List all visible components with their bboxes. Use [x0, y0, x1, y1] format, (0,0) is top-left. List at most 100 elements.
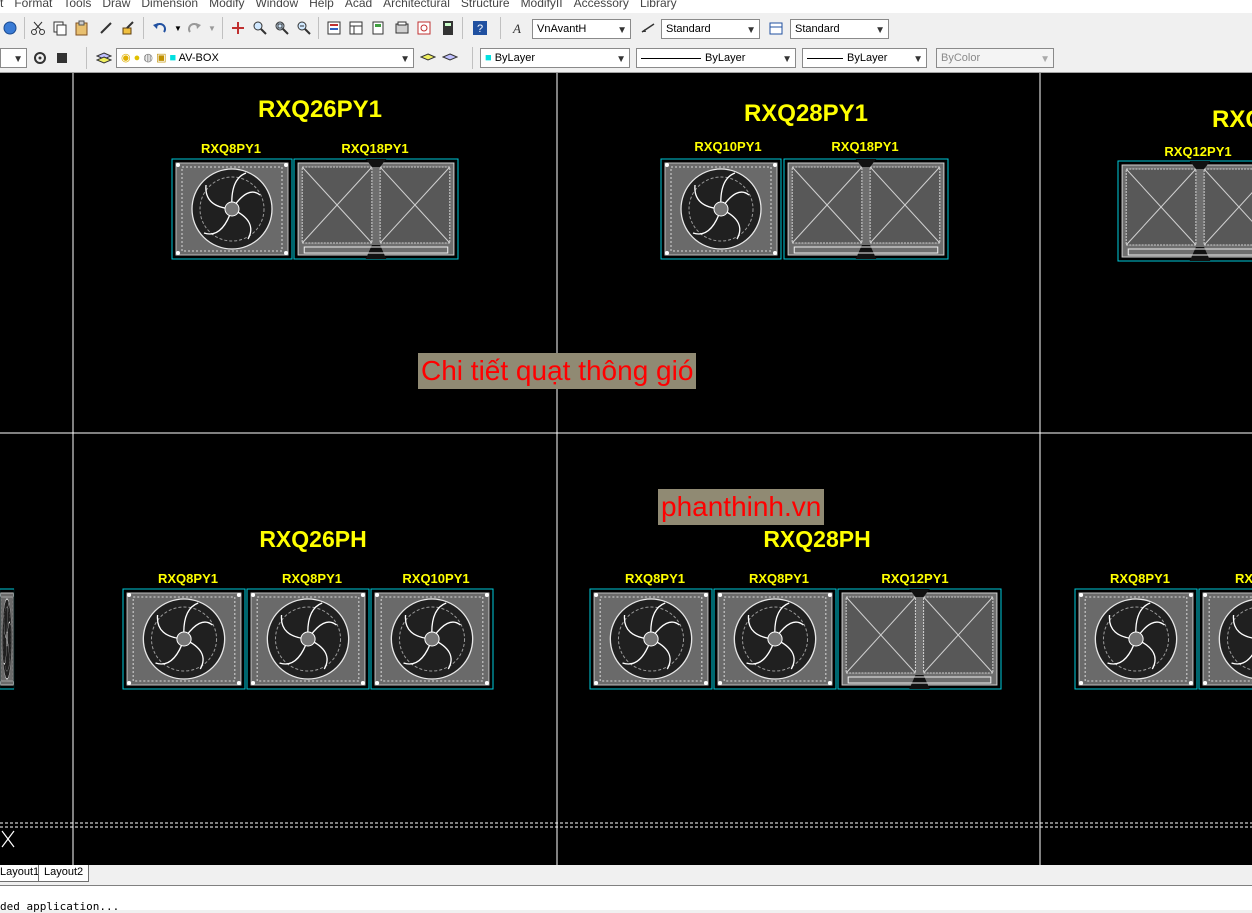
- layer-previous-icon[interactable]: [440, 48, 460, 68]
- redo-icon[interactable]: [184, 18, 204, 38]
- drawing-title: RXQ: [1212, 106, 1252, 133]
- separator: [86, 47, 87, 69]
- module-label: RXQ10PY1: [694, 139, 761, 154]
- make-current-layer-icon[interactable]: [418, 48, 438, 68]
- sheet-set-icon[interactable]: [392, 18, 412, 38]
- markup-icon[interactable]: [414, 18, 434, 38]
- menu-item-help[interactable]: Help: [309, 0, 334, 9]
- workspace-select[interactable]: ▼: [0, 48, 27, 68]
- module-label: RXQ8PY1: [282, 571, 342, 586]
- copy-icon[interactable]: [50, 18, 70, 38]
- drawing-area[interactable]: RXQ26PY1 RXQ28PY1 RXQ RXQ26PH RXQ28PH RXQ8PY1…: [0, 73, 1252, 865]
- model-space-canvas[interactable]: RXQ26PY1 RXQ28PY1 RXQ RXQ26PH RXQ28PH RXQ8PY1…: [0, 73, 1252, 865]
- menu-item-modify[interactable]: Modify: [209, 0, 244, 9]
- chevron-down-icon: ▼: [782, 54, 792, 65]
- zoom-previous-icon[interactable]: [294, 18, 314, 38]
- sun-icon: ●: [133, 52, 141, 64]
- menu-item-window[interactable]: Window: [255, 0, 298, 9]
- menu-item-tools[interactable]: Tools: [63, 0, 91, 9]
- module-label: RXQ10PY1: [402, 571, 469, 586]
- menu-item-modifyii[interactable]: ModifyII: [521, 0, 563, 9]
- separator: [24, 17, 25, 39]
- fan-unit: [0, 588, 15, 690]
- layer-states-icon[interactable]: [52, 48, 72, 68]
- lineweight-select[interactable]: ByLayer ▼: [802, 48, 927, 68]
- linetype-select[interactable]: ByLayer ▼: [636, 48, 796, 68]
- fan-unit: [589, 588, 713, 690]
- caption-text: Chi tiết quạt thông gió: [421, 355, 694, 386]
- dimension-style-select[interactable]: Standard ▼: [661, 19, 760, 39]
- properties-icon[interactable]: [324, 18, 344, 38]
- drawing-title: RXQ26PY1: [258, 96, 382, 123]
- module-label: RXQ8PY1: [749, 571, 809, 586]
- cut-icon[interactable]: [28, 18, 48, 38]
- lock-icon: ▣: [156, 52, 167, 64]
- separator: [500, 17, 501, 39]
- svg-text:?: ?: [477, 23, 483, 35]
- menu-item-accessory[interactable]: Accessory: [574, 0, 629, 9]
- menu-bar: t Format Tools Draw Dimension Modify Window Hel…: [0, 0, 1252, 13]
- fan-unit-drawing: [0, 588, 15, 690]
- tab-layout2[interactable]: Layout2: [38, 865, 90, 882]
- pan-icon[interactable]: [228, 18, 248, 38]
- plot-style-select[interactable]: ByColor ▼: [936, 48, 1054, 68]
- chevron-down-icon: ▼: [746, 25, 756, 36]
- text-style-icon[interactable]: A: [508, 18, 528, 38]
- chevron-down-icon: ▼: [1040, 54, 1050, 65]
- pencil-icon[interactable]: [96, 18, 116, 38]
- match-properties-icon[interactable]: [118, 18, 138, 38]
- dim-style-icon[interactable]: [638, 18, 658, 38]
- chevron-down-icon: ▼: [913, 54, 923, 65]
- calculator-icon[interactable]: [438, 18, 458, 38]
- design-center-icon[interactable]: [346, 18, 366, 38]
- command-line[interactable]: ded application...: [0, 885, 1252, 913]
- fan-unit: [713, 588, 837, 690]
- fan-unit-drawing: [1074, 588, 1198, 690]
- grille-unit-drawing: [1117, 160, 1252, 262]
- grille-unit: [837, 588, 1002, 690]
- chevron-down-icon: ▼: [875, 25, 885, 36]
- separator: [318, 17, 319, 39]
- help-icon[interactable]: ?: [470, 18, 490, 38]
- menu-item-t[interactable]: t: [0, 0, 3, 9]
- fan-unit: [370, 588, 494, 690]
- zoom-realtime-icon[interactable]: [250, 18, 270, 38]
- settings-icon[interactable]: [30, 48, 50, 68]
- zoom-window-icon[interactable]: [272, 18, 292, 38]
- watermark-text: phanthinh.vn: [661, 491, 822, 522]
- table-style-icon[interactable]: [766, 18, 786, 38]
- fan-unit: [1198, 588, 1252, 690]
- menu-item-library[interactable]: Library: [640, 0, 677, 9]
- layer-color-swatch: ■: [169, 52, 177, 64]
- menu-item-dimension[interactable]: Dimension: [141, 0, 198, 9]
- fan-unit: [246, 588, 370, 690]
- layers-properties-toolbar: ▼ ◉ ● ◍ ▣ ■ AV-BOX ▼ ■ ByLayer ▼ ByLayer ▼…: [0, 44, 1252, 73]
- fan-unit: [1074, 588, 1198, 690]
- menu-item-format[interactable]: Format: [14, 0, 52, 9]
- menu-item-structure[interactable]: Structure: [461, 0, 510, 9]
- drawing-title: RXQ26PH: [259, 526, 366, 552]
- paste-icon[interactable]: [72, 18, 92, 38]
- table-style-select[interactable]: Standard ▼: [790, 19, 889, 39]
- separator: [462, 17, 463, 39]
- undo-icon[interactable]: [150, 18, 170, 38]
- menu-item-architectural[interactable]: Architectural: [383, 0, 450, 9]
- tool-palettes-icon[interactable]: [368, 18, 388, 38]
- text-style-select[interactable]: VnAvantH ▼: [532, 19, 631, 39]
- separator: [143, 17, 144, 39]
- layer-select[interactable]: ◉ ● ◍ ▣ ■ AV-BOX ▼: [116, 48, 414, 68]
- color-select[interactable]: ■ ByLayer ▼: [480, 48, 630, 68]
- svg-text:A: A: [512, 21, 521, 36]
- redo-dropdown-icon[interactable]: ▼: [202, 18, 222, 38]
- drawing-title: RXQ28PH: [763, 526, 870, 552]
- command-history-text: ded application...: [0, 900, 120, 913]
- fan-unit-drawing: [1198, 588, 1252, 690]
- fan-unit: [122, 588, 246, 690]
- layer-manager-icon[interactable]: [94, 48, 114, 68]
- drawing-title: RXQ28PY1: [744, 100, 868, 127]
- module-label: RXQ18PY1: [831, 139, 898, 154]
- menu-item-acad[interactable]: Acad: [345, 0, 372, 9]
- globe-icon[interactable]: [0, 18, 20, 38]
- menu-item-draw[interactable]: Draw: [102, 0, 130, 9]
- fan-unit: [171, 158, 293, 260]
